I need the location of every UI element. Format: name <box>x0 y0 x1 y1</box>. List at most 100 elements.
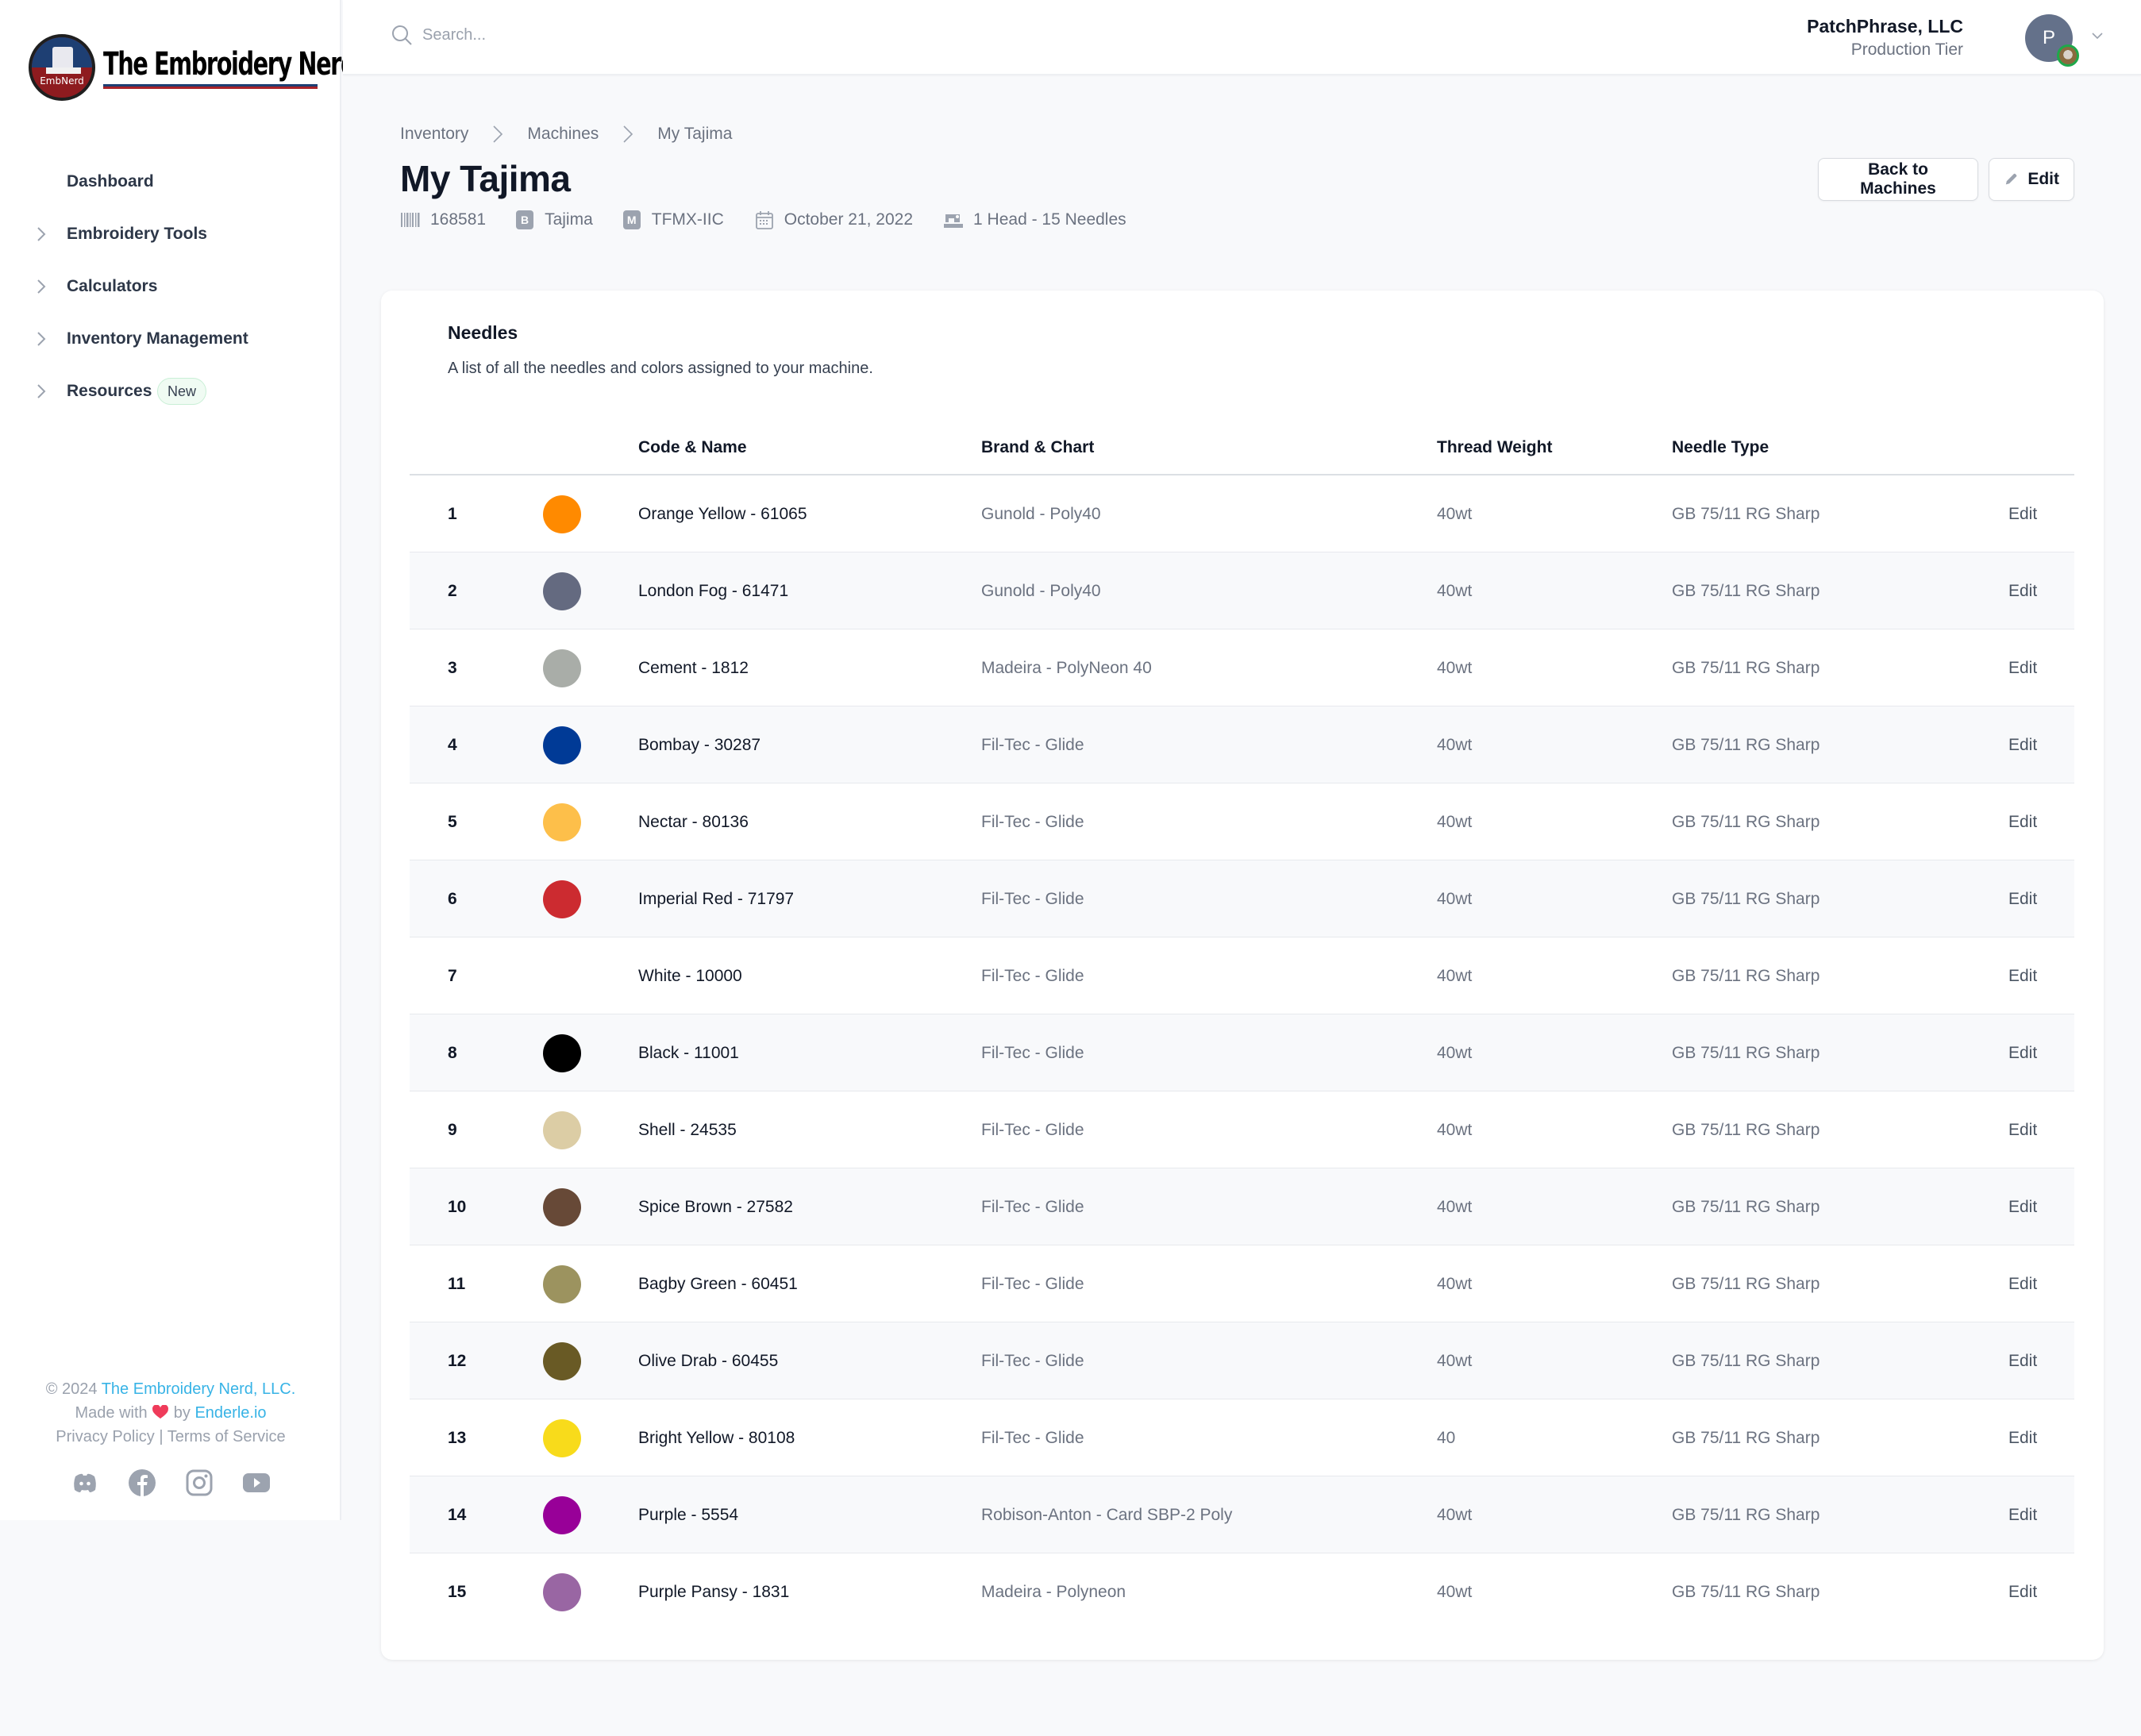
search-input[interactable] <box>422 25 819 44</box>
chevron-down-icon[interactable] <box>2090 30 2104 41</box>
edit-needle-link[interactable]: Edit <box>2008 1245 2037 1322</box>
brand-letter-icon: B <box>516 210 534 229</box>
edit-needle-link[interactable]: Edit <box>2008 1399 2037 1476</box>
color-swatch-cell <box>543 860 581 937</box>
table-row: 10 Spice Brown - 27582 Fil-Tec - Glide 40wt… <box>410 1168 2074 1245</box>
sidebar-item-inventory-management[interactable]: Inventory Management <box>0 323 341 355</box>
thread-code-name: Orange Yellow - 61065 <box>638 504 807 523</box>
thread-code-name: Black - 11001 <box>638 1043 739 1062</box>
thread-weight: 40wt <box>1437 1120 1473 1139</box>
thread-weight: 40wt <box>1437 889 1473 908</box>
back-to-machines-button[interactable]: Back to Machines <box>1818 158 1978 201</box>
edit-needle-link[interactable]: Edit <box>2008 1168 2037 1245</box>
color-swatch-cell <box>543 1168 581 1245</box>
color-swatch-cell <box>543 552 581 629</box>
chevron-right-icon <box>37 384 46 398</box>
thread-brand-chart: Fil-Tec - Glide <box>981 1351 1084 1370</box>
table-row: 4 Bombay - 30287 Fil-Tec - Glide 40wt GB 75/… <box>410 706 2074 783</box>
sidebar-item-resources[interactable]: Resources New <box>0 375 341 407</box>
thread-code-name: Cement - 1812 <box>638 658 749 677</box>
edit-needle-link[interactable]: Edit <box>2008 1476 2037 1553</box>
table-row: 14 Purple - 5554 Robison-Anton - Card SBP-… <box>410 1476 2074 1553</box>
instagram-icon[interactable] <box>185 1468 214 1497</box>
sewing-machine-icon <box>944 214 964 228</box>
thread-weight: 40wt <box>1437 1274 1473 1293</box>
needle-type: GB 75/11 RG Sharp <box>1672 1505 1820 1524</box>
edit-machine-button[interactable]: Edit <box>1989 158 2074 201</box>
breadcrumb-machines[interactable]: Machines <box>527 125 599 144</box>
organization-name: PatchPhrase, LLC <box>1807 16 1963 37</box>
color-swatch-cell <box>543 1245 581 1322</box>
author-link[interactable]: Enderle.io <box>194 1404 266 1422</box>
edit-needle-link[interactable]: Edit <box>2008 706 2037 783</box>
edit-needle-link[interactable]: Edit <box>2008 1091 2037 1168</box>
thread-weight: 40 <box>1437 1428 1456 1447</box>
edit-needle-link[interactable]: Edit <box>2008 1014 2037 1091</box>
privacy-policy-link[interactable]: Privacy Policy <box>56 1428 154 1445</box>
edit-needle-link[interactable]: Edit <box>2008 860 2037 937</box>
needle-number: 12 <box>448 1351 467 1370</box>
edit-needle-link[interactable]: Edit <box>2008 475 2037 552</box>
needle-type: GB 75/11 RG Sharp <box>1672 1428 1820 1447</box>
table-row: 5 Nectar - 80136 Fil-Tec - Glide 40wt GB 75/… <box>410 783 2074 860</box>
edit-needle-link[interactable]: Edit <box>2008 552 2037 629</box>
color-swatch <box>543 1264 581 1303</box>
thread-code-name: Imperial Red - 71797 <box>638 889 795 908</box>
needle-number: 13 <box>448 1428 467 1447</box>
terms-of-service-link[interactable]: Terms of Service <box>168 1428 286 1445</box>
social-links <box>0 1468 341 1497</box>
discord-icon[interactable] <box>71 1468 99 1497</box>
thread-code-name: White - 10000 <box>638 966 742 985</box>
facebook-icon[interactable] <box>128 1468 156 1497</box>
sidebar-item-embroidery-tools[interactable]: Embroidery Tools <box>0 218 341 250</box>
color-swatch-cell <box>543 1014 581 1091</box>
thread-code-name: Purple Pansy - 1831 <box>638 1582 790 1601</box>
table-row: 3 Cement - 1812 Madeira - PolyNeon 40 40wt G… <box>410 629 2074 706</box>
edit-needle-link[interactable]: Edit <box>2008 783 2037 860</box>
sidebar-item-calculators[interactable]: Calculators <box>0 271 341 302</box>
brand-name: The Embroidery Nerd <box>103 46 357 83</box>
edit-needle-link[interactable]: Edit <box>2008 1553 2037 1630</box>
page-title: My Tajima <box>400 158 571 199</box>
thread-weight: 40wt <box>1437 581 1473 600</box>
machine-model: M TFMX-IIC <box>622 210 724 229</box>
user-avatar-thumbnail[interactable] <box>2057 44 2079 67</box>
table-row: 12 Olive Drab - 60455 Fil-Tec - Glide 40wt G… <box>410 1322 2074 1399</box>
account-info[interactable]: PatchPhrase, LLC Production Tier <box>1807 14 1963 62</box>
needle-number: 10 <box>448 1197 467 1216</box>
youtube-icon[interactable] <box>242 1468 271 1497</box>
brand-logo[interactable]: EmbNerd The Embroidery Nerd <box>29 33 357 102</box>
needles-card: Needles A list of all the needles and co… <box>381 291 2104 1660</box>
thread-brand-chart: Madeira - Polyneon <box>981 1582 1126 1601</box>
column-header-brand-chart: Brand & Chart <box>981 438 1095 456</box>
color-swatch-cell <box>543 1399 581 1476</box>
search-box[interactable] <box>391 24 819 46</box>
table-row: 9 Shell - 24535 Fil-Tec - Glide 40wt GB 75/1… <box>410 1091 2074 1168</box>
table-row: 15 Purple Pansy - 1831 Madeira - Polyneon 4… <box>410 1553 2074 1630</box>
breadcrumb-current[interactable]: My Tajima <box>657 125 732 144</box>
thread-weight: 40wt <box>1437 1351 1473 1370</box>
thread-weight: 40wt <box>1437 658 1473 677</box>
needles-description: A list of all the needles and colors ass… <box>448 360 873 377</box>
needle-type: GB 75/11 RG Sharp <box>1672 1043 1820 1062</box>
company-link[interactable]: The Embroidery Nerd, LLC. <box>102 1380 296 1398</box>
sidebar-item-dashboard[interactable]: Dashboard <box>0 166 341 198</box>
edit-needle-link[interactable]: Edit <box>2008 629 2037 706</box>
color-swatch-cell <box>543 1322 581 1399</box>
thread-weight: 40wt <box>1437 812 1473 831</box>
edit-needle-link[interactable]: Edit <box>2008 937 2037 1014</box>
thread-code-name: Nectar - 80136 <box>638 812 749 831</box>
thread-code-name: Spice Brown - 27582 <box>638 1197 793 1216</box>
color-swatch <box>543 726 581 764</box>
thread-brand-chart: Fil-Tec - Glide <box>981 735 1084 754</box>
color-swatch-cell <box>543 706 581 783</box>
edit-needle-link[interactable]: Edit <box>2008 1322 2037 1399</box>
thread-brand-chart: Fil-Tec - Glide <box>981 1274 1084 1293</box>
barcode-icon <box>401 213 420 227</box>
thread-brand-chart: Fil-Tec - Glide <box>981 966 1084 985</box>
color-swatch <box>543 495 581 533</box>
thread-brand-chart: Fil-Tec - Glide <box>981 812 1084 831</box>
breadcrumb-inventory[interactable]: Inventory <box>400 125 468 144</box>
color-swatch <box>543 572 581 610</box>
thread-brand-chart: Robison-Anton - Card SBP-2 Poly <box>981 1505 1233 1524</box>
